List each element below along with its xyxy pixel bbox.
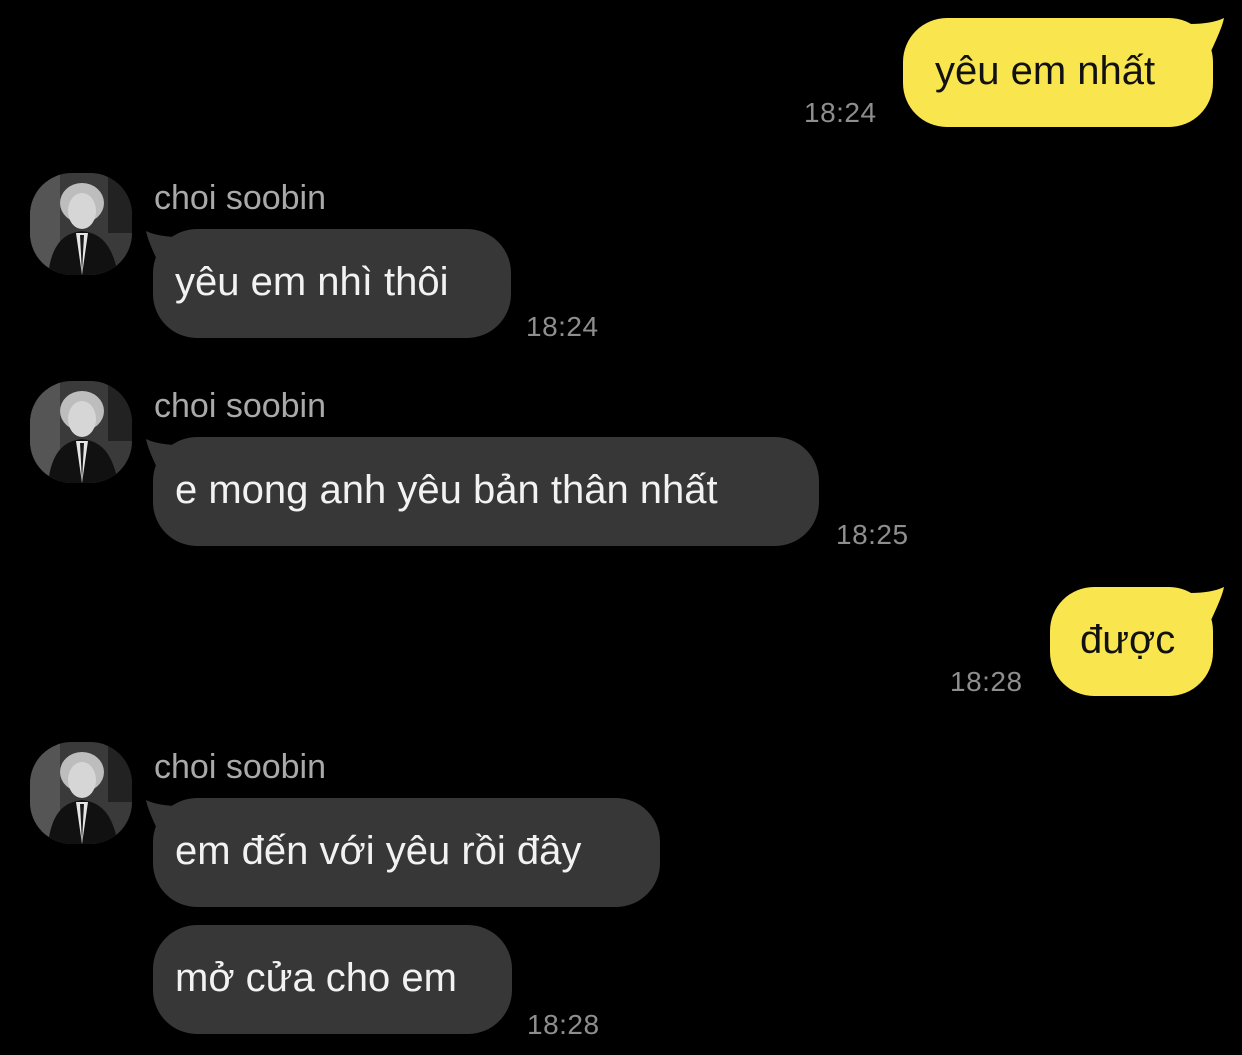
bubble-tail [1190, 18, 1226, 58]
message-text: mở cửa cho em [175, 955, 457, 1000]
message-time: 18:28 [950, 666, 1023, 697]
sender-name: choi soobin [154, 748, 327, 786]
message-time: 18:28 [527, 1009, 600, 1040]
sender-avatar[interactable] [30, 173, 132, 275]
message-time: 18:25 [836, 519, 909, 550]
message-text: yêu em nhất [935, 48, 1156, 93]
sender-avatar[interactable] [30, 381, 132, 483]
message-text: e mong anh yêu bản thân nhất [175, 467, 718, 512]
message-bubble-outgoing[interactable]: yêu em nhất [903, 18, 1213, 127]
message-text: được [1080, 617, 1176, 662]
message-bubble-incoming[interactable]: em đến với yêu rồi đây [153, 798, 660, 907]
message-bubble-incoming[interactable]: mở cửa cho em [153, 925, 512, 1034]
message-time: 18:24 [804, 97, 877, 128]
message-bubble-incoming[interactable]: yêu em nhì thôi [153, 229, 511, 338]
message-bubble-outgoing[interactable]: được [1050, 587, 1213, 696]
sender-name: choi soobin [154, 179, 327, 217]
sender-name: choi soobin [154, 387, 327, 425]
message-bubble-incoming[interactable]: e mong anh yêu bản thân nhất [153, 437, 819, 546]
sender-avatar[interactable] [30, 742, 132, 844]
message-text: em đến với yêu rồi đây [175, 828, 582, 873]
bubble-tail [1190, 587, 1226, 627]
message-text: yêu em nhì thôi [175, 259, 449, 304]
message-time: 18:24 [526, 311, 599, 342]
